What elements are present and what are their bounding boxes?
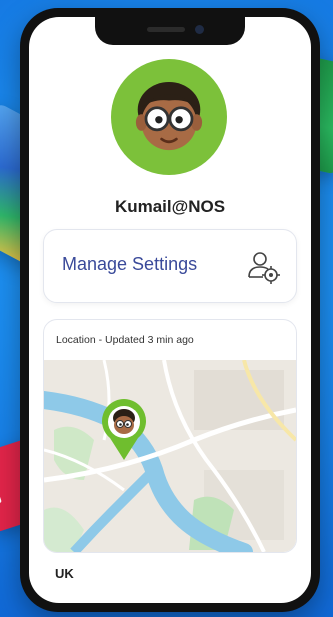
manage-settings-button[interactable]: Manage Settings (43, 229, 297, 303)
cartoon-face-icon (135, 82, 203, 151)
location-status: Location - Updated 3 min ago (56, 334, 194, 346)
username-label: Kumail@NOS (114, 197, 226, 216)
user-gear-icon[interactable] (246, 250, 280, 284)
location-map[interactable] (44, 360, 296, 552)
speaker-icon (147, 27, 185, 32)
manage-settings-label: Manage Settings (62, 254, 198, 274)
camera-icon (195, 25, 204, 34)
location-card[interactable]: Location - Updated 3 min ago (43, 319, 297, 553)
phone-frame: Kumail@NOS Manage Settings Location - Up… (20, 8, 320, 612)
avatar[interactable] (111, 59, 227, 175)
phone-screen: Kumail@NOS Manage Settings Location - Up… (29, 17, 311, 603)
country-label: UK (55, 566, 74, 581)
phone-notch (95, 17, 245, 45)
